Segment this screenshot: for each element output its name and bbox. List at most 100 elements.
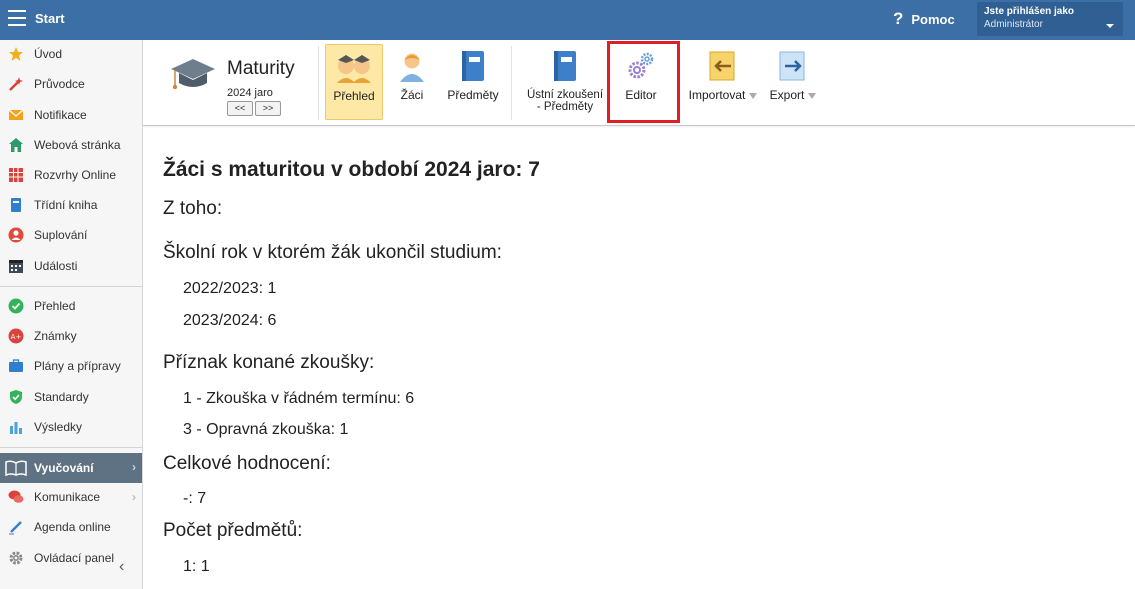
sidebar-item-vyucovani[interactable]: Vyučování › [0, 453, 142, 483]
export-icon [779, 51, 805, 81]
pen-icon [9, 521, 22, 535]
sidebar-item-plany-a-pripravy[interactable]: Plány a přípravy [0, 352, 142, 380]
sidebar-item-vysledky[interactable]: Výsledky [0, 413, 142, 441]
calendar-icon [9, 260, 23, 273]
section-title: Celkové hodnocení: [163, 453, 331, 474]
sidebar-item-label: Agenda online [34, 520, 111, 534]
book-icon [11, 198, 21, 212]
page-heading: Žáci s maturitou v období 2024 jaro: 7 [163, 158, 540, 181]
sidebar-item-label: Webová stránka [34, 138, 121, 152]
oral-exam-book-icon [554, 51, 576, 81]
section-title: Příznak konané zkoušky: [163, 352, 375, 373]
subheading: Z toho: [163, 198, 223, 219]
sidebar-item-standardy[interactable]: Standardy [0, 383, 142, 411]
student-icon [400, 53, 424, 82]
tab-label: Přehled [333, 89, 375, 103]
sidebar-item-pruvodce[interactable]: Průvodce [0, 70, 142, 98]
import-icon [709, 51, 735, 81]
person-icon [8, 227, 24, 243]
sidebar-item-label: Standardy [34, 390, 89, 404]
briefcase-icon [9, 359, 23, 372]
top-bar: Start ? Pomoc Jste přihlášen jako Admini… [0, 0, 1135, 40]
home-icon [9, 138, 23, 152]
list-item: 2022/2023: 1 [183, 280, 277, 297]
sidebar-item-label: Úvod [34, 47, 63, 61]
sidebar: Úvod Průvodce Notifikace Webová stránka … [0, 40, 143, 589]
sidebar-item-prehled[interactable]: Přehled [0, 292, 142, 320]
bar-chart-icon [10, 422, 22, 434]
user-menu[interactable]: Jste přihlášen jako Administrátor [977, 2, 1123, 36]
sidebar-item-label: Známky [34, 329, 77, 343]
tab-zaci[interactable]: Žáci [389, 44, 435, 120]
export-label: Export [769, 88, 805, 102]
sidebar-item-agenda-online[interactable]: Agenda online [0, 513, 142, 541]
question-icon: ? [893, 9, 904, 28]
sidebar-item-webova-stranka[interactable]: Webová stránka [0, 131, 142, 159]
sidebar-item-notifikace[interactable]: Notifikace [0, 101, 142, 129]
period-label: 2024 jaro [227, 87, 273, 99]
list-item: 2023/2024: 6 [183, 312, 277, 329]
chat-icon [8, 490, 24, 503]
tab-prehled[interactable]: Přehled [325, 44, 383, 120]
sidebar-divider [0, 286, 142, 287]
import-dropdown[interactable]: Importovat [685, 44, 761, 120]
sidebar-item-uvod[interactable]: Úvod [0, 40, 142, 68]
previous-period-button[interactable]: << [227, 101, 253, 116]
sidebar-item-label: Rozvrhy Online [34, 168, 117, 182]
svg-text:A+: A+ [11, 333, 22, 341]
tab-label-line1: Ústní zkoušení [526, 89, 604, 101]
tab-label: Importovat [685, 89, 761, 101]
tab-predmety[interactable]: Předměty [441, 44, 505, 120]
tab-label: Žáci [400, 88, 424, 102]
dropdown-arrow-icon [749, 92, 758, 99]
sidebar-item-label: Plány a přípravy [34, 359, 121, 373]
sidebar-item-udalosti[interactable]: Události [0, 252, 142, 280]
students-group-icon [337, 55, 371, 83]
help-button[interactable]: ? Pomoc [893, 9, 955, 29]
sidebar-item-label: Suplování [34, 228, 88, 242]
sidebar-item-label: Události [34, 259, 78, 273]
toolbar-divider [318, 46, 319, 120]
chevron-right-icon: › [132, 460, 136, 474]
graduation-cap-icon [171, 59, 215, 90]
sidebar-item-label: Komunikace [34, 490, 101, 504]
collapse-sidebar-icon[interactable]: ‹ [119, 558, 124, 576]
envelope-icon [8, 109, 24, 120]
calendar-grid-icon [9, 168, 23, 182]
user-caption: Jste přihlášen jako [984, 6, 1075, 17]
open-book-icon [5, 460, 27, 477]
app-title[interactable]: Start [35, 11, 65, 26]
sidebar-item-label: Vyučování [34, 461, 94, 475]
sidebar-item-rozvrhy-online[interactable]: Rozvrhy Online [0, 161, 142, 189]
sidebar-item-tridni-kniha[interactable]: Třídní kniha [0, 191, 142, 219]
list-item: 1: 1 [183, 558, 210, 575]
tab-ustni-zkouseni-predmety[interactable]: Ústní zkoušení - Předměty [523, 44, 607, 120]
star-icon [9, 47, 23, 61]
wand-icon [9, 77, 23, 91]
export-dropdown[interactable]: Export [765, 44, 821, 120]
sidebar-item-label: Notifikace [34, 108, 87, 122]
tab-label-line2: - Předměty [536, 101, 594, 113]
shield-icon [10, 390, 22, 404]
check-circle-icon [8, 298, 24, 314]
sidebar-item-label: Ovládací panel [34, 551, 115, 565]
sidebar-item-label: Třídní kniha [34, 198, 98, 212]
module-title: Maturity [227, 58, 295, 79]
sidebar-item-komunikace[interactable]: Komunikace › [0, 483, 142, 511]
list-item: 1 - Zkouška v řádném termínu: 6 [183, 390, 415, 407]
sidebar-item-label: Výsledky [34, 420, 83, 434]
grade-icon: A+ [8, 328, 24, 344]
subject-book-icon [462, 51, 484, 81]
sidebar-divider [0, 447, 142, 448]
dropdown-arrow-icon [808, 92, 817, 99]
user-role: Administrátor [984, 19, 1043, 30]
sidebar-item-znamky[interactable]: A+ Známky [0, 322, 142, 350]
list-item: 3 - Opravná zkouška: 1 [183, 421, 349, 438]
sidebar-item-suplovani[interactable]: Suplování [0, 221, 142, 249]
sidebar-item-label: Přehled [34, 299, 76, 313]
menu-icon[interactable] [8, 10, 26, 26]
editor-highlight-box [607, 41, 680, 123]
section-title: Školní rok v ktorém žák ukončil studium: [163, 242, 502, 263]
gear-icon [9, 551, 23, 565]
next-period-button[interactable]: >> [255, 101, 281, 116]
